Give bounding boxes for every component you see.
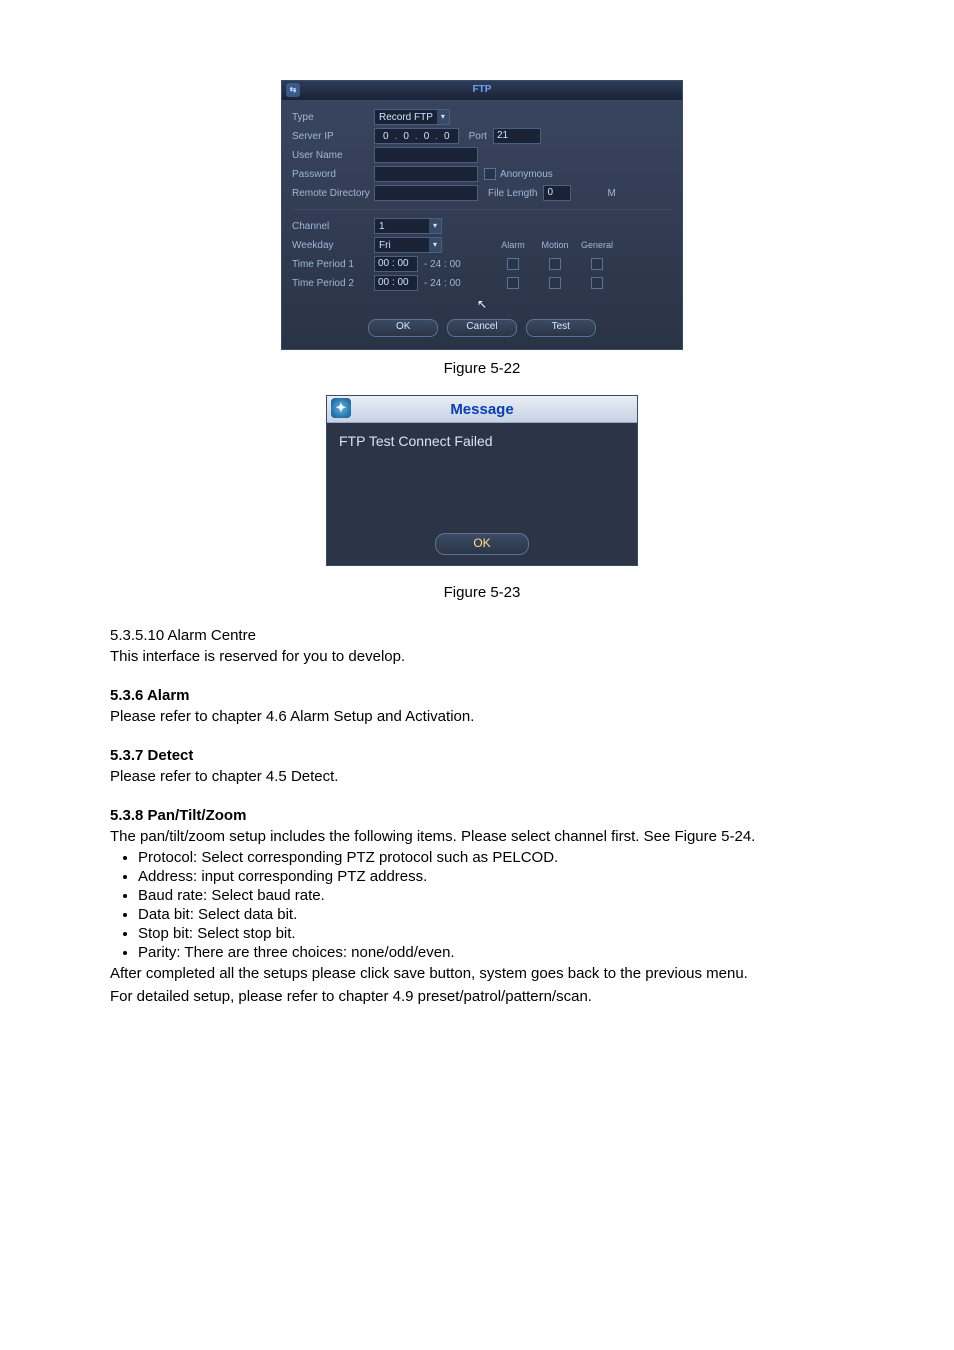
label-anonymous: Anonymous bbox=[500, 169, 553, 180]
ip-seg-1: 0 bbox=[377, 131, 395, 142]
para-after-2: For detailed setup, please refer to chap… bbox=[110, 986, 854, 1007]
para-after-1: After completed all the setups please cl… bbox=[110, 963, 854, 984]
tp1-motion-checkbox[interactable] bbox=[549, 258, 561, 270]
tp2-end-text: - 24 : 00 bbox=[424, 278, 468, 289]
test-button[interactable]: Test bbox=[526, 319, 596, 337]
password-input[interactable] bbox=[374, 166, 478, 182]
label-port: Port bbox=[469, 131, 487, 142]
para-5-3-8-intro: The pan/tilt/zoom setup includes the fol… bbox=[110, 826, 854, 847]
chevron-down-icon: ▾ bbox=[437, 110, 449, 124]
message-body-text: FTP Test Connect Failed bbox=[339, 433, 493, 449]
tp2-alarm-checkbox[interactable] bbox=[507, 277, 519, 289]
ftp-dialog-body: Type Record FTP ▾ Server IP 0. 0. 0. 0 P… bbox=[282, 100, 682, 349]
cursor-icon: ↖ bbox=[292, 297, 672, 311]
tp1-start-input[interactable]: 00 : 00 bbox=[374, 256, 418, 272]
figure-5-23-caption: Figure 5-23 bbox=[110, 584, 854, 601]
server-ip-input[interactable]: 0. 0. 0. 0 bbox=[374, 128, 459, 144]
message-dialog-icon: ✦ bbox=[331, 398, 351, 418]
type-dropdown[interactable]: Record FTP ▾ bbox=[374, 109, 450, 125]
ip-seg-2: 0 bbox=[397, 131, 415, 142]
ptz-bullet-list: Protocol: Select corresponding PTZ proto… bbox=[138, 849, 854, 961]
channel-dropdown[interactable]: 1 ▾ bbox=[374, 218, 442, 234]
heading-5-3-5-10: 5.3.5.10 Alarm Centre bbox=[110, 627, 854, 644]
cancel-button[interactable]: Cancel bbox=[447, 319, 517, 337]
label-tp1: Time Period 1 bbox=[292, 259, 374, 270]
label-channel: Channel bbox=[292, 221, 374, 232]
bullet-parity: Parity: There are three choices: none/od… bbox=[138, 944, 854, 961]
tp2-motion-checkbox[interactable] bbox=[549, 277, 561, 289]
label-user-name: User Name bbox=[292, 150, 374, 161]
para-5-3-5-10: This interface is reserved for you to de… bbox=[110, 646, 854, 667]
username-input[interactable] bbox=[374, 147, 478, 163]
ok-button[interactable]: OK bbox=[368, 319, 438, 337]
type-value: Record FTP bbox=[375, 112, 437, 123]
label-file-length: File Length bbox=[488, 188, 537, 199]
message-ok-button[interactable]: OK bbox=[435, 533, 529, 555]
port-input[interactable]: 21 bbox=[493, 128, 541, 144]
file-length-input[interactable]: 0 bbox=[543, 185, 571, 201]
heading-5-3-7: 5.3.7 Detect bbox=[110, 747, 854, 764]
message-dialog-body: FTP Test Connect Failed bbox=[327, 423, 637, 527]
remote-dir-input[interactable] bbox=[374, 185, 478, 201]
tp2-start-input[interactable]: 00 : 00 bbox=[374, 275, 418, 291]
bullet-address: Address: input corresponding PTZ address… bbox=[138, 868, 854, 885]
anonymous-checkbox[interactable] bbox=[484, 168, 496, 180]
bullet-stopbit: Stop bit: Select stop bit. bbox=[138, 925, 854, 942]
bullet-protocol: Protocol: Select corresponding PTZ proto… bbox=[138, 849, 854, 866]
chevron-down-icon: ▾ bbox=[429, 238, 441, 252]
message-title-text: Message bbox=[450, 401, 513, 418]
bullet-databit: Data bit: Select data bit. bbox=[138, 906, 854, 923]
ftp-dialog-title: ⇆ FTP bbox=[282, 81, 682, 100]
ip-seg-3: 0 bbox=[418, 131, 436, 142]
col-motion: Motion bbox=[534, 240, 576, 250]
heading-5-3-6: 5.3.6 Alarm bbox=[110, 687, 854, 704]
heading-5-3-8: 5.3.8 Pan/Tilt/Zoom bbox=[110, 807, 854, 824]
file-length-unit: M bbox=[607, 188, 615, 199]
para-5-3-6: Please refer to chapter 4.6 Alarm Setup … bbox=[110, 706, 854, 727]
ftp-title-text: FTP bbox=[473, 84, 492, 95]
figure-5-22-caption: Figure 5-22 bbox=[110, 360, 854, 377]
label-remote-dir: Remote Directory bbox=[292, 188, 374, 199]
weekday-dropdown[interactable]: Fri ▾ bbox=[374, 237, 442, 253]
tp1-end-text: - 24 : 00 bbox=[424, 259, 468, 270]
message-dialog-title: ✦ Message bbox=[327, 396, 637, 423]
label-tp2: Time Period 2 bbox=[292, 278, 374, 289]
para-5-3-7: Please refer to chapter 4.5 Detect. bbox=[110, 766, 854, 787]
bullet-baud: Baud rate: Select baud rate. bbox=[138, 887, 854, 904]
col-alarm: Alarm bbox=[492, 240, 534, 250]
chevron-down-icon: ▾ bbox=[429, 219, 441, 233]
channel-value: 1 bbox=[375, 221, 429, 232]
label-server-ip: Server IP bbox=[292, 131, 374, 142]
weekday-value: Fri bbox=[375, 240, 429, 251]
message-dialog: ✦ Message FTP Test Connect Failed OK bbox=[326, 395, 638, 566]
ftp-dialog: ⇆ FTP Type Record FTP ▾ Server IP 0. 0. … bbox=[281, 80, 683, 350]
label-weekday: Weekday bbox=[292, 240, 374, 251]
tp2-general-checkbox[interactable] bbox=[591, 277, 603, 289]
label-type: Type bbox=[292, 112, 374, 123]
label-password: Password bbox=[292, 169, 374, 180]
ip-seg-4: 0 bbox=[438, 131, 456, 142]
ftp-dialog-icon: ⇆ bbox=[286, 83, 300, 97]
tp1-alarm-checkbox[interactable] bbox=[507, 258, 519, 270]
col-general: General bbox=[576, 240, 618, 250]
tp1-general-checkbox[interactable] bbox=[591, 258, 603, 270]
